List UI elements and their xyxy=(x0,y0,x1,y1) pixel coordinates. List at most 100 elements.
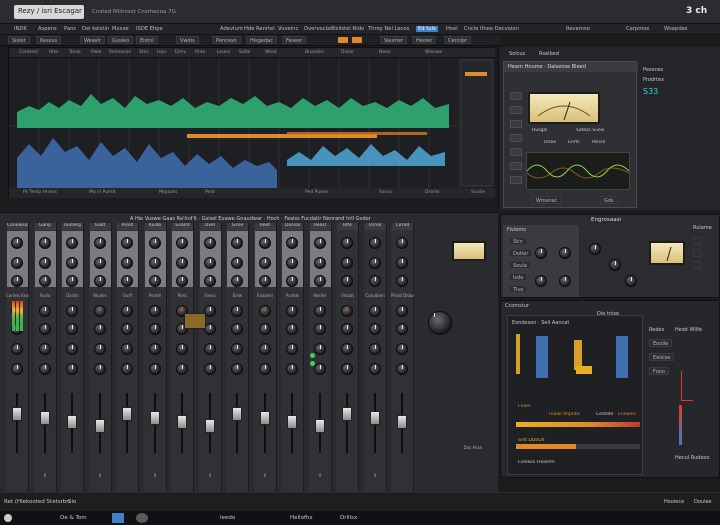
menu-item[interactable]: Ifnee Decvoion xyxy=(480,26,519,32)
channel-knob[interactable] xyxy=(66,275,78,287)
channel-strip[interactable]: Dvel Fanss 0 xyxy=(198,223,222,493)
menu-item[interactable]: Carpmox xyxy=(626,26,649,32)
channel-knob[interactable] xyxy=(231,363,243,375)
channel-knob[interactable] xyxy=(93,323,106,335)
rack-button[interactable] xyxy=(693,261,701,269)
channel-knob[interactable] xyxy=(396,237,408,249)
channel-knob[interactable] xyxy=(38,257,51,269)
channel-knob[interactable] xyxy=(341,305,353,317)
plugin-side-button[interactable] xyxy=(510,134,522,142)
channel-knob[interactable] xyxy=(341,237,353,249)
channel-strip[interactable]: Ornal Cotudoen 0 xyxy=(363,223,387,493)
channel-knob[interactable] xyxy=(396,363,408,375)
channel-knob[interactable] xyxy=(368,343,381,355)
toolbar-button[interactable]: Penceso xyxy=(212,36,241,44)
channel-knob[interactable] xyxy=(176,363,188,375)
menu-item[interactable]: Cncle xyxy=(464,26,478,32)
app-icon[interactable] xyxy=(136,513,148,523)
channel-knob[interactable] xyxy=(258,257,271,269)
fader-cap[interactable] xyxy=(369,411,380,425)
toolbar-button[interactable]: Heoler xyxy=(412,36,437,44)
fader-cap[interactable] xyxy=(122,407,132,421)
channel-knob[interactable] xyxy=(341,257,353,269)
arrangement-view[interactable]: Contrest Ulte Tonle Pwle Reimecen Stns I… xyxy=(8,47,495,198)
rack-knob[interactable] xyxy=(535,247,547,259)
channel-knob[interactable] xyxy=(286,323,298,335)
toolbar-button[interactable]: Gusleo xyxy=(108,36,134,44)
channel-knob[interactable] xyxy=(11,363,23,375)
menu-item[interactable]: INDK xyxy=(14,26,27,32)
rack-button[interactable]: Soula xyxy=(509,261,531,269)
taskbar-item[interactable]: Hellofhx xyxy=(290,515,313,521)
channel-knob[interactable] xyxy=(313,257,326,269)
menu-item[interactable]: Throy Nel Lecos xyxy=(368,26,409,32)
channel-knob[interactable] xyxy=(93,343,106,355)
plugin-side-button[interactable] xyxy=(510,92,522,100)
toolbar-button[interactable]: Sioist xyxy=(8,36,30,44)
channel-strip[interactable]: Pissd Ourfl xyxy=(116,223,139,493)
channel-knob[interactable] xyxy=(258,305,271,317)
fader-cap[interactable] xyxy=(342,407,352,421)
channel-knob[interactable] xyxy=(121,305,133,317)
menu-item[interactable]: Hde Renrtel xyxy=(244,26,275,32)
plugin-side-button[interactable] xyxy=(510,162,522,170)
fader-track[interactable] xyxy=(346,393,348,453)
rack-knob[interactable] xyxy=(559,247,571,259)
channel-knob[interactable] xyxy=(258,343,271,355)
channel-knob[interactable] xyxy=(11,237,23,249)
channel-knob[interactable] xyxy=(121,257,133,269)
editor-canvas[interactable]: Eondeson · Seil Aancat Fneel Tnaail Ahpt… xyxy=(507,315,643,475)
channel-knob[interactable] xyxy=(396,257,408,269)
channel-knob[interactable] xyxy=(176,343,188,355)
rack-module[interactable]: Fiviems Stin Dotler Soula Isde Tlus xyxy=(503,225,579,297)
editor-button[interactable]: Fooo xyxy=(649,367,669,375)
channel-knob[interactable] xyxy=(286,363,298,375)
clip-block[interactable] xyxy=(536,336,548,378)
channel-knob[interactable] xyxy=(11,257,23,269)
channel-knob[interactable] xyxy=(203,363,216,375)
channel-knob[interactable] xyxy=(148,343,161,355)
channel-knob[interactable] xyxy=(368,323,381,335)
taskbar-item[interactable]: Drlllsx xyxy=(340,515,357,521)
channel-knob[interactable] xyxy=(148,323,161,335)
plugin-tab[interactable]: Rselkesl xyxy=(539,51,559,57)
editor-button[interactable]: Eelslse xyxy=(649,353,675,361)
channel-knob[interactable] xyxy=(148,363,161,375)
menu-item[interactable]: Hoel xyxy=(446,26,458,32)
channel-knob[interactable] xyxy=(66,323,78,335)
channel-knob[interactable] xyxy=(368,257,381,269)
channel-knob[interactable] xyxy=(93,363,106,375)
menu-item[interactable]: Eeilstel Nido xyxy=(332,26,364,32)
channel-knob[interactable] xyxy=(286,305,298,317)
app-icon[interactable] xyxy=(112,513,124,523)
rack-knob[interactable] xyxy=(535,275,547,287)
channel-knob[interactable] xyxy=(313,305,326,317)
channel-knob[interactable] xyxy=(38,343,51,355)
fader-cap[interactable] xyxy=(232,407,242,421)
channel-knob[interactable] xyxy=(38,305,51,317)
channel-knob[interactable] xyxy=(396,343,408,355)
rack-button[interactable]: Isde xyxy=(509,273,528,281)
rack-button[interactable] xyxy=(693,237,701,245)
menu-item[interactable]: Aspens xyxy=(38,26,57,32)
fader-cap[interactable] xyxy=(204,419,215,433)
toolbar-button[interactable]: Faseor xyxy=(282,36,307,44)
channel-knob[interactable] xyxy=(368,275,381,287)
plugin-button[interactable]: Gds xyxy=(600,196,618,204)
taskbar-item[interactable]: Ieedo xyxy=(220,515,235,521)
channel-knob[interactable] xyxy=(148,237,161,249)
channel-knob[interactable] xyxy=(231,323,243,335)
channel-knob[interactable] xyxy=(313,275,326,287)
app-tab[interactable]: Rezy / isri Escagar xyxy=(14,5,84,19)
channel-knob[interactable] xyxy=(66,363,78,375)
menu-item[interactable]: Adevlum xyxy=(220,26,243,32)
channel-knob[interactable] xyxy=(11,275,23,287)
channel-knob[interactable] xyxy=(148,305,161,317)
channel-knob[interactable] xyxy=(176,237,188,249)
channel-knob[interactable] xyxy=(176,275,188,287)
fader-cap[interactable] xyxy=(39,411,50,425)
fader-cap[interactable] xyxy=(67,415,77,429)
fader-cap[interactable] xyxy=(287,415,297,429)
rack-button[interactable]: Tlus xyxy=(509,285,528,293)
channel-knob[interactable] xyxy=(121,275,133,287)
